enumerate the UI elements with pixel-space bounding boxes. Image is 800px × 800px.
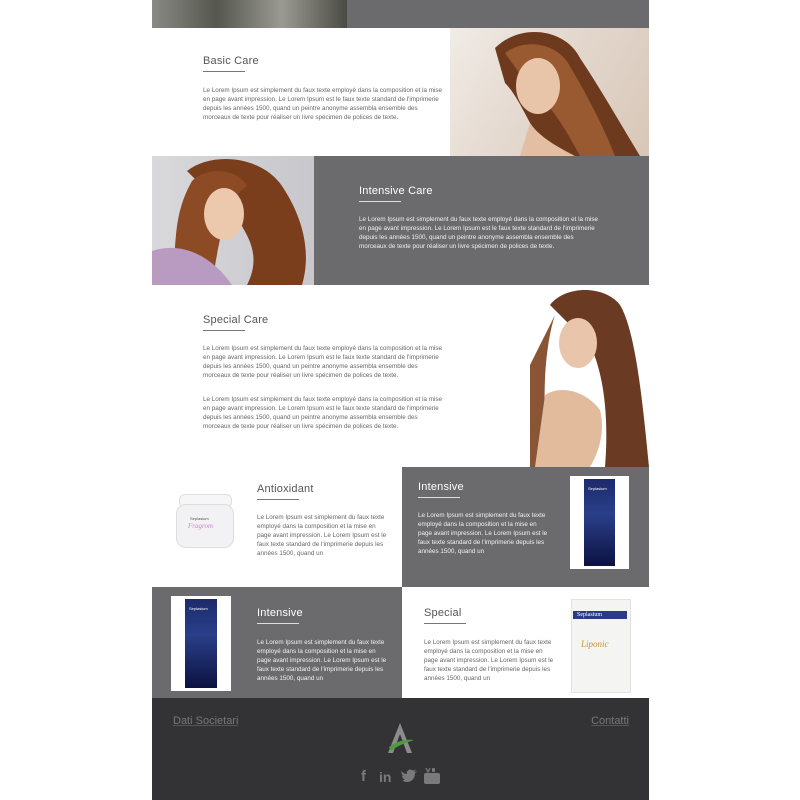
dati-societari-link[interactable]: Dati Societari bbox=[173, 715, 238, 727]
antioxidant-jar-image: Seplasium Fragrom bbox=[176, 494, 234, 548]
linkedin-icon[interactable]: in bbox=[379, 769, 391, 785]
youtube-icon[interactable] bbox=[424, 767, 440, 789]
antioxidant-text: Le Lorem Ipsum est simplement du faux te… bbox=[257, 514, 387, 557]
antioxidant-jar-name: Fragrom bbox=[188, 522, 214, 530]
special-jar-image: Seplasium Liponic bbox=[571, 599, 631, 693]
intensive-bottom-underline bbox=[257, 623, 299, 624]
special-text: Le Lorem Ipsum est simplement du faux te… bbox=[424, 639, 554, 682]
intensive-top-title: Intensive bbox=[418, 481, 464, 493]
product-antioxidant: Seplasium Fragrom Antioxidant Le Lorem I… bbox=[152, 467, 402, 587]
intensive-care-section: Intensive Care Le Lorem Ipsum est simple… bbox=[152, 156, 649, 285]
woman-wavy-hair-image bbox=[152, 159, 306, 285]
intensive-care-underline bbox=[359, 201, 401, 202]
page: Basic Care Le Lorem Ipsum est simplement… bbox=[152, 0, 649, 800]
product-intensive-bottom: Seplasium Intensive Le Lorem Ipsum est s… bbox=[152, 587, 402, 698]
intensive-bottom-text: Le Lorem Ipsum est simplement du faux te… bbox=[257, 639, 387, 682]
facebook-icon[interactable]: f bbox=[361, 768, 366, 785]
top-grey-strip bbox=[347, 0, 649, 28]
intensive-bottom-title: Intensive bbox=[257, 607, 303, 619]
product-special: Special Le Lorem Ipsum est simplement du… bbox=[402, 587, 649, 698]
special-care-section: Special Care Le Lorem Ipsum est simpleme… bbox=[152, 285, 649, 467]
social-icons: f in bbox=[358, 767, 448, 789]
basic-care-photo bbox=[450, 28, 649, 156]
twitter-icon[interactable] bbox=[401, 769, 417, 786]
intensive-care-text: Le Lorem Ipsum est simplement du faux te… bbox=[359, 216, 599, 250]
intensive-bottom-box-image: Seplasium bbox=[171, 596, 231, 691]
basic-care-title: Basic Care bbox=[203, 55, 259, 67]
special-care-title: Special Care bbox=[203, 314, 269, 326]
special-care-text-1: Le Lorem Ipsum est simplement du faux te… bbox=[203, 345, 443, 379]
intensive-care-title: Intensive Care bbox=[359, 185, 433, 197]
woman-straight-hair-image bbox=[530, 290, 649, 467]
contatti-link[interactable]: Contatti bbox=[591, 715, 629, 727]
special-care-photo bbox=[530, 285, 649, 467]
antioxidant-title: Antioxidant bbox=[257, 483, 314, 495]
special-jar-name: Liponic bbox=[581, 639, 609, 649]
product-intensive-top: Intensive Le Lorem Ipsum est simplement … bbox=[402, 467, 649, 587]
intensive-top-box-brand: Seplasium bbox=[588, 486, 607, 491]
woman-long-hair-image bbox=[495, 31, 640, 156]
special-title: Special bbox=[424, 607, 462, 619]
intensive-top-text: Le Lorem Ipsum est simplement du faux te… bbox=[418, 512, 548, 555]
special-underline bbox=[424, 623, 466, 624]
basic-care-underline bbox=[203, 71, 245, 72]
basic-care-section: Basic Care Le Lorem Ipsum est simplement… bbox=[152, 28, 649, 156]
footer: Dati Societari Contatti f in bbox=[152, 698, 649, 800]
intensive-top-box-image: Seplasium bbox=[570, 476, 629, 569]
intensive-bottom-box-brand: Seplasium bbox=[189, 606, 208, 611]
special-care-text-2: Le Lorem Ipsum est simplement du faux te… bbox=[203, 396, 443, 430]
antioxidant-jar-brand: Seplasium bbox=[190, 516, 209, 521]
antioxidant-underline bbox=[257, 499, 299, 500]
special-jar-brand: Seplasium bbox=[577, 612, 602, 618]
intensive-top-underline bbox=[418, 497, 460, 498]
basic-care-text: Le Lorem Ipsum est simplement du faux te… bbox=[203, 87, 443, 121]
special-care-underline bbox=[203, 330, 245, 331]
intensive-care-photo bbox=[152, 156, 314, 285]
brand-logo-icon[interactable] bbox=[385, 721, 415, 755]
top-image-strip bbox=[152, 0, 347, 28]
